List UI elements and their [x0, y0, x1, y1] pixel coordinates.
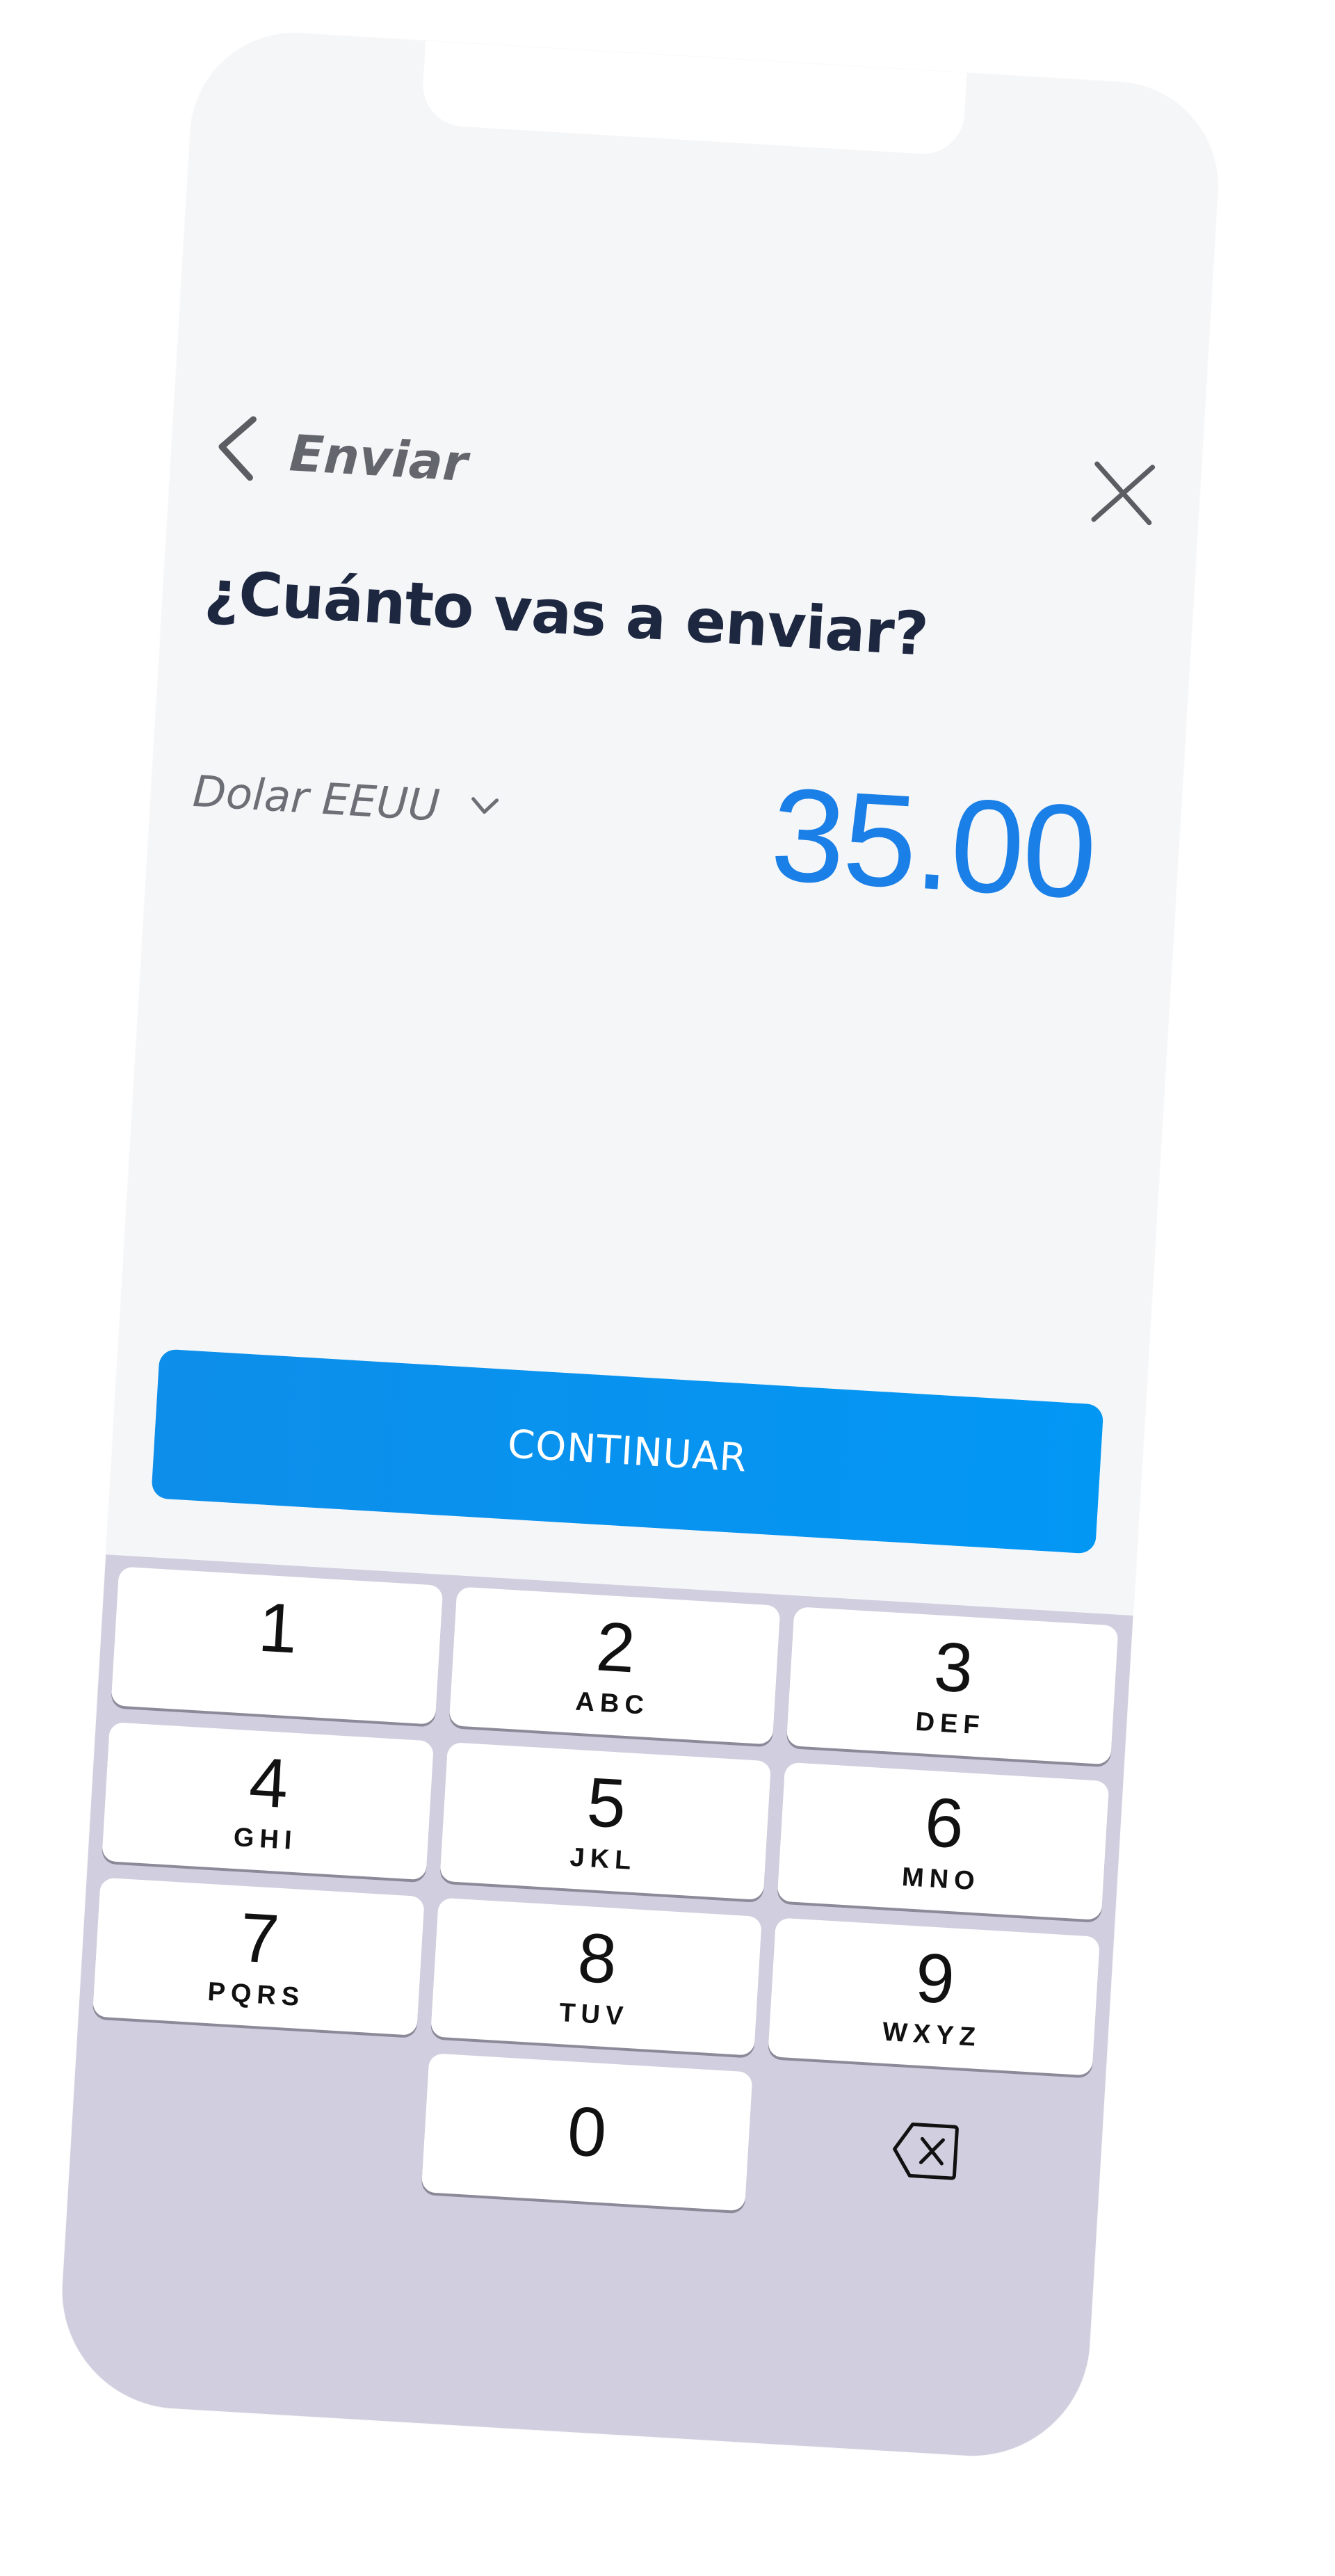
continue-button[interactable]: CONTINUAR [151, 1349, 1104, 1554]
key-digit: 6 [923, 1782, 966, 1863]
key-digit: 7 [238, 1898, 282, 1979]
key-0[interactable]: 0 [421, 2053, 754, 2212]
amount-display[interactable]: 35.00 [767, 758, 1099, 928]
key-empty [83, 2033, 416, 2191]
close-button[interactable] [1086, 456, 1160, 530]
currency-selector[interactable]: Dolar EEUU [191, 766, 503, 835]
key-3[interactable]: 3 DEF [786, 1607, 1119, 1765]
phone-screen: Enviar ¿Cuánto vas a enviar? Dolar EEUU [55, 27, 1224, 2463]
key-letters: GHI [232, 1822, 298, 1855]
key-letters: DEF [914, 1707, 986, 1741]
key-digit: 9 [913, 1938, 957, 2019]
key-5[interactable]: 5 JKL [439, 1741, 772, 1901]
key-letters: JKL [569, 1842, 638, 1876]
chevron-left-icon [211, 412, 264, 488]
key-digit: 3 [932, 1627, 976, 1707]
phone-notch [421, 27, 968, 156]
key-letters: MNO [900, 1862, 981, 1897]
key-4[interactable]: 4 GHI [102, 1722, 434, 1881]
page-title: ¿Cuánto vas a enviar? [202, 557, 930, 670]
key-8[interactable]: 8 TUV [430, 1897, 763, 2056]
key-letters [274, 1670, 275, 1698]
back-label: Enviar [288, 423, 469, 492]
key-9[interactable]: 9 WXYZ [768, 1917, 1101, 2076]
key-digit: 1 [256, 1588, 300, 1668]
key-digit: 2 [594, 1607, 638, 1688]
key-digit: 5 [585, 1762, 629, 1843]
key-letters: ABC [574, 1687, 651, 1721]
stage: Enviar ¿Cuánto vas a enviar? Dolar EEUU [0, 0, 1335, 2576]
key-6[interactable]: 6 MNO [777, 1762, 1110, 1921]
key-1[interactable]: 1 [111, 1566, 444, 1725]
key-digit: 8 [575, 1918, 620, 1999]
key-digit: 4 [247, 1742, 291, 1823]
currency-label: Dolar EEUU [191, 765, 442, 831]
chevron-down-icon [439, 790, 503, 825]
key-2[interactable]: 2 ABC [448, 1586, 781, 1745]
key-letters: PQRS [207, 1977, 306, 2012]
numeric-keypad: 1 2 ABC 3 DEF 4 GHI 5 JKL 6 MNO 7 PQRS 8… [55, 1554, 1133, 2463]
backspace-icon [888, 2117, 961, 2187]
key-letters: TUV [558, 1997, 630, 2031]
delete-key[interactable] [759, 2073, 1091, 2231]
header: Enviar [211, 405, 1160, 544]
close-icon [1086, 461, 1156, 533]
key-letters: WXYZ [882, 2017, 982, 2052]
key-digit: 0 [565, 2092, 609, 2173]
continue-label: CONTINUAR [506, 1422, 749, 1481]
key-7[interactable]: 7 PQRS [92, 1877, 425, 2036]
back-button[interactable]: Enviar [211, 412, 470, 500]
